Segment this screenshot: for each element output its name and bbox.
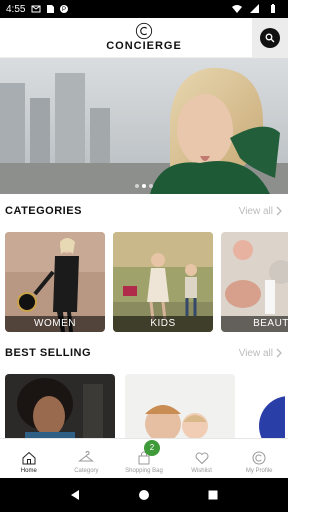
recents-icon[interactable] bbox=[207, 489, 219, 501]
tab-label: Home bbox=[20, 468, 37, 474]
status-bar: 4:55 P bbox=[0, 0, 288, 18]
mail-icon bbox=[31, 5, 41, 13]
tab-category[interactable]: Category bbox=[58, 439, 116, 478]
tab-home[interactable]: Home bbox=[0, 439, 58, 478]
product-card[interactable] bbox=[125, 374, 235, 438]
view-all-label: View all bbox=[238, 205, 273, 217]
tab-shopping-bag[interactable]: Shopping Bag 2 bbox=[115, 439, 173, 478]
sd-card-icon bbox=[47, 5, 55, 13]
product-card-partial[interactable] bbox=[245, 374, 285, 438]
categories-list: WOMEN KIDS BEAUT bbox=[5, 232, 288, 332]
tab-my-profile[interactable]: My Profile bbox=[230, 439, 288, 478]
status-time: 4:55 bbox=[6, 3, 26, 15]
categories-title: CATEGORIES bbox=[5, 205, 82, 217]
best-selling-title: BEST SELLING bbox=[5, 347, 92, 359]
app-notification-icon: P bbox=[60, 5, 69, 13]
category-label: WOMEN bbox=[5, 316, 105, 332]
category-card-kids[interactable]: KIDS bbox=[113, 232, 213, 332]
hero-banner[interactable] bbox=[0, 58, 288, 194]
signal-icon bbox=[250, 4, 259, 13]
profile-icon bbox=[252, 451, 266, 465]
category-card-beauty[interactable]: BEAUT bbox=[221, 232, 288, 332]
heart-icon bbox=[195, 452, 209, 465]
chevron-right-icon bbox=[276, 206, 282, 216]
search-icon bbox=[260, 28, 280, 48]
brand[interactable]: CONCIERGE bbox=[0, 22, 288, 52]
best-selling-list bbox=[5, 374, 288, 438]
category-label: BEAUT bbox=[221, 316, 288, 332]
wifi-icon bbox=[232, 5, 242, 13]
back-icon[interactable] bbox=[69, 489, 81, 501]
app-name: CONCIERGE bbox=[106, 40, 182, 52]
category-card-women[interactable]: WOMEN bbox=[5, 232, 105, 332]
best-selling-view-all[interactable]: View all bbox=[239, 348, 283, 359]
cart-count-badge: 2 bbox=[143, 440, 160, 456]
view-all-label: View all bbox=[238, 347, 273, 359]
system-nav-bar bbox=[0, 478, 288, 512]
battery-icon bbox=[271, 4, 275, 13]
concierge-logo-icon bbox=[135, 22, 153, 40]
search-button[interactable] bbox=[252, 18, 288, 58]
carousel-dot-active[interactable] bbox=[142, 184, 146, 188]
home-icon bbox=[22, 451, 36, 465]
tab-wishlist[interactable]: Wishlist bbox=[173, 439, 231, 478]
tab-label: Wishlist bbox=[191, 468, 212, 474]
tab-label: Category bbox=[74, 468, 99, 474]
bottom-tab-bar: Home Category Shopping Bag 2 Wishlist My… bbox=[0, 438, 288, 478]
home-circle-icon[interactable] bbox=[138, 489, 150, 501]
tab-label: My Profile bbox=[245, 468, 273, 474]
product-image bbox=[259, 396, 285, 438]
chevron-right-icon bbox=[276, 348, 282, 358]
product-image bbox=[125, 374, 235, 438]
best-selling-header: BEST SELLING View all bbox=[5, 343, 283, 363]
categories-view-all[interactable]: View all bbox=[239, 206, 283, 217]
tab-label: Shopping Bag bbox=[125, 468, 163, 474]
hero-image bbox=[0, 58, 288, 194]
carousel-indicator bbox=[0, 184, 288, 188]
category-label: KIDS bbox=[113, 316, 213, 332]
carousel-dot[interactable] bbox=[149, 184, 153, 188]
svg-text:P: P bbox=[62, 7, 66, 13]
product-card[interactable] bbox=[5, 374, 115, 438]
hanger-icon bbox=[78, 451, 95, 462]
product-image bbox=[5, 374, 115, 438]
categories-header: CATEGORIES View all bbox=[5, 201, 283, 221]
top-bar: CONCIERGE bbox=[0, 18, 288, 58]
carousel-dot[interactable] bbox=[135, 184, 139, 188]
